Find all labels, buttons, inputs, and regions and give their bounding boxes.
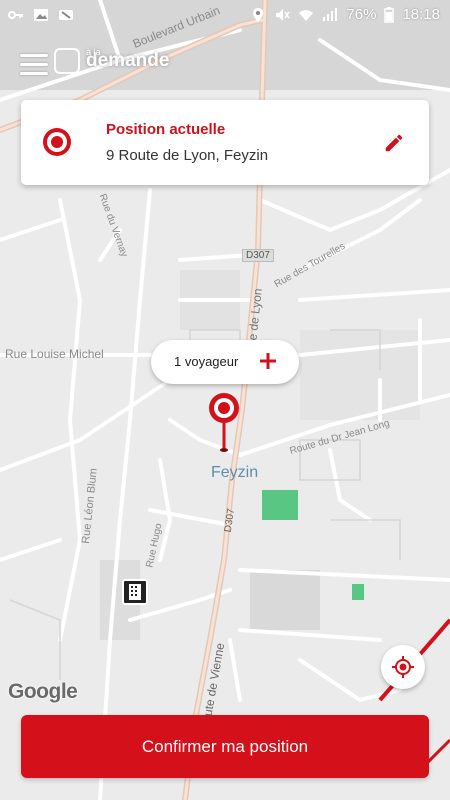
passenger-count: 1 voyageur <box>174 354 239 369</box>
map-pin-icon[interactable] <box>206 392 242 454</box>
status-bar: 76% 18:18 <box>0 0 450 32</box>
add-passenger-button[interactable] <box>257 350 279 372</box>
battery-percent: 76% <box>346 6 377 23</box>
mute-icon <box>276 8 291 21</box>
no-disturb-icon <box>59 10 73 20</box>
clock: 18:18 <box>402 6 440 23</box>
edit-icon[interactable] <box>383 132 405 154</box>
menu-icon <box>20 54 48 57</box>
location-address: 9 Route de Lyon, Feyzin <box>106 147 269 164</box>
app-bar: à la demande <box>0 40 450 92</box>
locate-me-button[interactable] <box>381 645 425 689</box>
location-title: Position actuelle <box>106 121 226 138</box>
location-card[interactable]: Position actuelle 9 Route de Lyon, Feyzi… <box>21 100 429 185</box>
gps-crosshair-icon <box>392 656 414 678</box>
app-logo: à la demande <box>54 47 169 74</box>
battery-icon <box>384 6 395 23</box>
building-icon <box>122 579 148 605</box>
confirm-position-button[interactable]: Confirmer ma position <box>21 715 429 778</box>
wifi-icon <box>299 9 314 21</box>
vpn-key-icon <box>8 11 23 19</box>
map-label-feyzin: Feyzin <box>211 464 259 481</box>
map-label-d307-top: D307 <box>242 249 274 262</box>
target-icon <box>43 128 71 156</box>
location-icon <box>253 7 264 22</box>
map-label-rue-louise-michel: Rue Louise Michel <box>5 347 104 361</box>
gallery-icon <box>34 9 48 21</box>
passenger-selector: 1 voyageur <box>151 340 299 384</box>
google-attribution: Google <box>8 680 78 703</box>
menu-button[interactable] <box>20 54 48 78</box>
logo-small-text: à la <box>86 47 101 57</box>
logo-bus-icon <box>54 48 80 74</box>
signal-icon <box>323 7 338 21</box>
park <box>262 490 298 520</box>
